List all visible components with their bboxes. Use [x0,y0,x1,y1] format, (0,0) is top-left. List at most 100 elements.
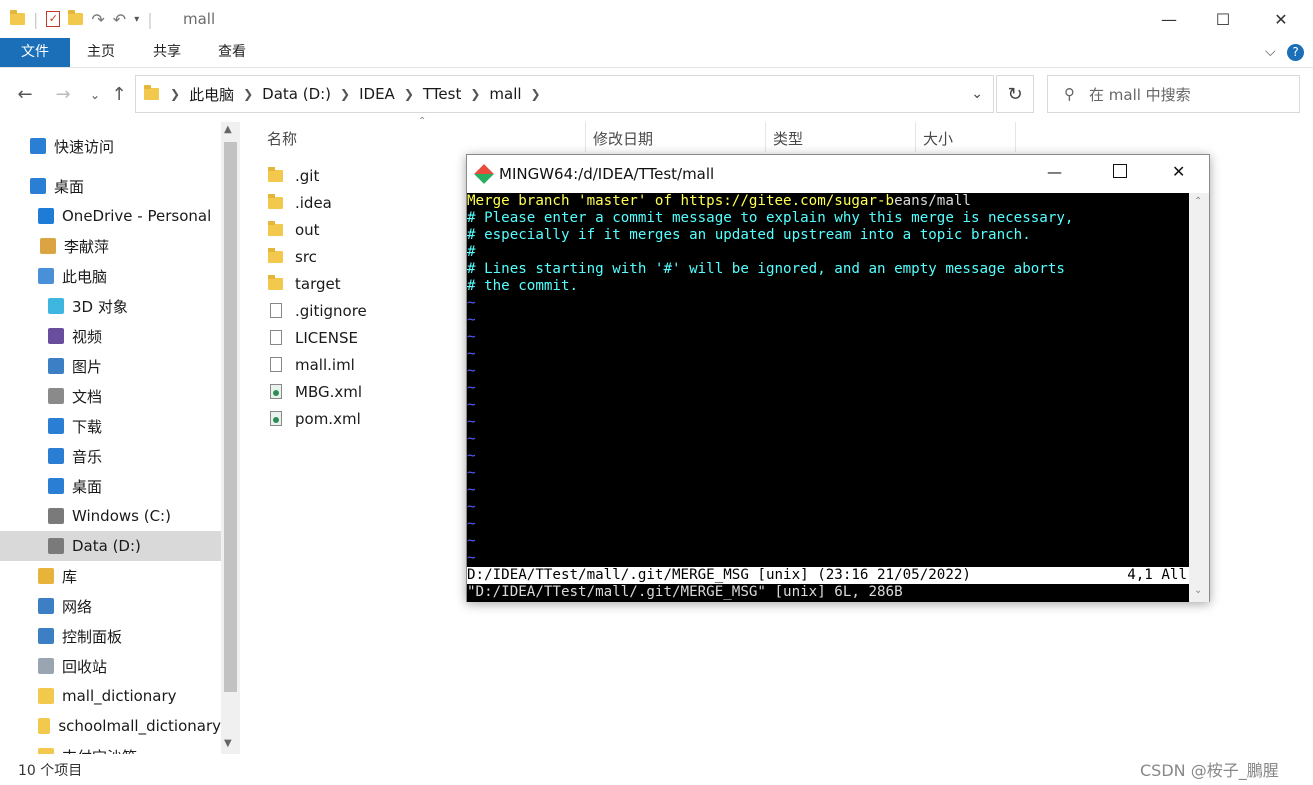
sidebar-item[interactable]: 快速访问 [0,131,221,161]
sidebar-item[interactable]: 3D 对象 [0,291,221,321]
sidebar-item[interactable]: 支付宝沙箱 [0,741,221,754]
chevron-right-icon[interactable]: ❯ [404,87,414,101]
minimize-button[interactable]: — [1146,0,1192,38]
xml-file-icon [270,411,282,426]
status-cursor-position: 4,1 All [1127,567,1187,583]
breadcrumb-mall[interactable]: mall [489,85,521,103]
documents-icon [48,388,64,404]
file-row[interactable]: src [268,243,317,270]
breadcrumb-this-pc[interactable]: 此电脑 [189,84,234,105]
tab-view[interactable]: 查看 [201,38,263,67]
file-row[interactable]: target [268,270,341,297]
watermark: CSDN @桉子_鵬腥 [1140,761,1279,780]
scroll-down-icon[interactable]: ▼ [224,738,232,749]
redo-icon[interactable]: ↷ [91,10,104,29]
column-date-modified[interactable]: 修改日期 [593,128,653,149]
file-name: .gitignore [295,301,367,320]
help-icon[interactable]: ? [1287,44,1304,61]
breadcrumb-data-d[interactable]: Data (D:) [262,85,331,103]
sidebar-item[interactable]: Windows (C:) [0,501,221,531]
sidebar-item[interactable]: 文档 [0,381,221,411]
sidebar-item[interactable]: 桌面 [0,171,221,201]
file-row[interactable]: out [268,216,320,243]
file-row[interactable]: .idea [268,189,332,216]
refresh-button[interactable]: ↻ [996,75,1034,113]
sidebar-item[interactable]: 控制面板 [0,621,221,651]
chevron-right-icon[interactable]: ❯ [170,87,180,101]
forward-icon[interactable]: → [52,84,74,106]
cloud-icon [38,208,54,224]
breadcrumb-idea[interactable]: IDEA [359,85,395,103]
back-icon[interactable]: ← [14,84,36,106]
drive-icon [48,508,64,524]
maximize-button[interactable]: ☐ [1200,0,1246,38]
sidebar-item-label: 库 [62,567,78,586]
file-row[interactable]: LICENSE [268,324,358,351]
sidebar-item[interactable]: OneDrive - Personal [0,201,221,231]
file-row[interactable]: MBG.xml [268,378,362,405]
sidebar-item[interactable]: schoolmall_dictionary [0,711,221,741]
chevron-right-icon[interactable]: ❯ [340,87,350,101]
empty-line-marker: ~ [467,329,476,345]
terminal-maximize-button[interactable] [1113,164,1127,178]
tab-share[interactable]: 共享 [136,38,198,67]
tab-file[interactable]: 文件 [0,38,70,67]
file-row[interactable]: .gitignore [268,297,367,324]
scroll-up-icon[interactable]: ▲ [224,124,232,135]
terminal-minimize-button[interactable]: — [1047,163,1062,181]
divider: | [147,9,153,29]
ribbon-expand-icon[interactable]: ⌵ [1265,44,1276,60]
terminal-close-button[interactable]: ✕ [1172,162,1185,181]
properties-icon[interactable]: ✓ [46,11,61,27]
recent-locations-icon[interactable]: ⌄ [84,84,106,106]
tab-home[interactable]: 主页 [70,38,132,67]
breadcrumb-ttest[interactable]: TTest [423,85,461,103]
sidebar-scroll-thumb[interactable] [224,142,237,692]
sidebar-item[interactable]: 下载 [0,411,221,441]
search-box[interactable]: ⚲ 在 mall 中搜索 [1047,75,1300,113]
sidebar-item[interactable]: 回收站 [0,651,221,681]
sidebar-item-label: 3D 对象 [72,297,128,316]
chevron-right-icon[interactable]: ❯ [531,87,541,101]
scroll-down-icon[interactable]: ⌄ [1194,585,1202,596]
terminal-screen[interactable]: Merge branch 'master' of https://gitee.c… [467,193,1189,602]
sidebar-item[interactable]: 音乐 [0,441,221,471]
column-type[interactable]: 类型 [773,128,803,149]
close-button[interactable]: ✕ [1258,0,1304,38]
chevron-right-icon[interactable]: ❯ [470,87,480,101]
sidebar-item-label: 控制面板 [62,627,123,646]
chevron-down-icon[interactable]: ▾ [134,14,139,25]
column-name[interactable]: 名称 [267,128,297,149]
folder-icon [268,166,283,182]
sidebar-item[interactable]: 库 [0,561,221,591]
column-size[interactable]: 大小 [923,128,953,149]
sidebar-item[interactable]: 桌面 [0,471,221,501]
terminal-scrollbar[interactable]: ⌃ ⌄ [1189,193,1209,602]
video-icon [48,328,64,344]
up-icon[interactable]: ↑ [108,84,130,106]
column-divider[interactable] [765,122,766,152]
address-bar[interactable]: ❯ 此电脑 ❯ Data (D:) ❯ IDEA ❯ TTest ❯ mall … [135,75,994,113]
scroll-up-icon[interactable]: ⌃ [1194,196,1202,207]
sidebar-item[interactable]: 李献萍 [0,231,221,261]
terminal-title-bar[interactable]: MINGW64:/d/IDEA/TTest/mall — ✕ [467,155,1209,193]
chevron-right-icon[interactable]: ❯ [243,87,253,101]
new-folder-icon[interactable] [68,10,84,25]
folder-icon [10,10,25,25]
file-row[interactable]: pom.xml [268,405,361,432]
column-divider[interactable] [1015,122,1016,152]
terminal-window[interactable]: MINGW64:/d/IDEA/TTest/mall — ✕ Merge bra… [466,154,1210,602]
address-dropdown-icon[interactable]: ⌄ [971,86,983,102]
sidebar-item[interactable]: 图片 [0,351,221,381]
sidebar-item[interactable]: Data (D:) [0,531,221,561]
sidebar-item[interactable]: 网络 [0,591,221,621]
folder-icon [38,718,51,734]
column-divider[interactable] [915,122,916,152]
column-divider[interactable] [585,122,586,152]
file-row[interactable]: mall.iml [268,351,355,378]
sidebar-item[interactable]: mall_dictionary [0,681,221,711]
undo-icon[interactable]: ↶ [113,10,126,29]
sidebar-item[interactable]: 此电脑 [0,261,221,291]
sidebar-item[interactable]: 视频 [0,321,221,351]
file-row[interactable]: .git [268,162,319,189]
